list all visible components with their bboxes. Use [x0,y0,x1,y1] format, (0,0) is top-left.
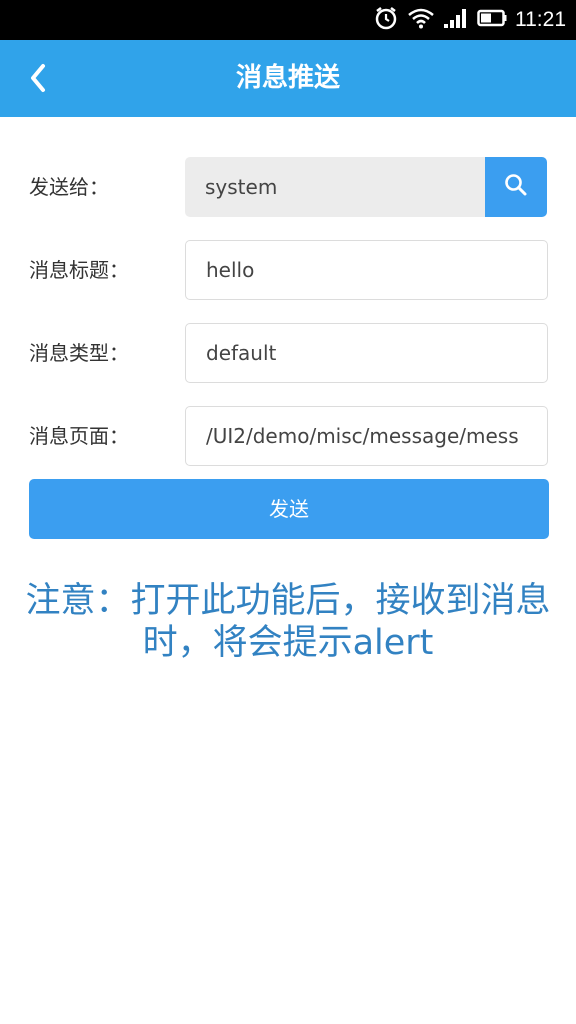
battery-icon [477,8,507,32]
message-title-field-box [185,240,548,300]
chevron-left-icon [28,63,48,97]
search-icon [503,172,529,202]
message-type-field-box [185,323,548,383]
send-button[interactable]: 发送 [29,479,549,539]
message-type-row: 消息类型： [0,323,576,383]
message-title-row: 消息标题： [0,240,576,300]
wifi-icon [407,7,435,33]
status-time: 11:21 [515,8,566,31]
message-page-field-box [185,406,548,466]
send-to-field-box [185,157,485,217]
notice-text: 注意：打开此功能后，接收到消息时，将会提示alert [25,581,551,663]
send-to-input[interactable] [185,157,485,217]
status-bar: 11:21 [0,0,576,40]
message-type-input[interactable] [186,324,547,382]
app-header: 消息推送 [0,40,576,117]
message-page-label: 消息页面： [29,424,129,448]
back-button[interactable] [18,60,58,100]
status-icons: 11:21 [373,0,566,40]
message-title-input[interactable] [186,241,547,299]
message-page-row: 消息页面： [0,406,576,466]
signal-icon [443,7,469,33]
message-type-label: 消息类型： [29,341,129,365]
message-title-label: 消息标题： [29,258,129,282]
send-to-row: 发送给： [0,157,576,217]
send-to-label: 发送给： [29,175,109,199]
page-title: 消息推送 [235,63,340,93]
search-button[interactable] [485,157,547,217]
message-page-input[interactable] [186,407,547,465]
alarm-icon [373,5,399,35]
